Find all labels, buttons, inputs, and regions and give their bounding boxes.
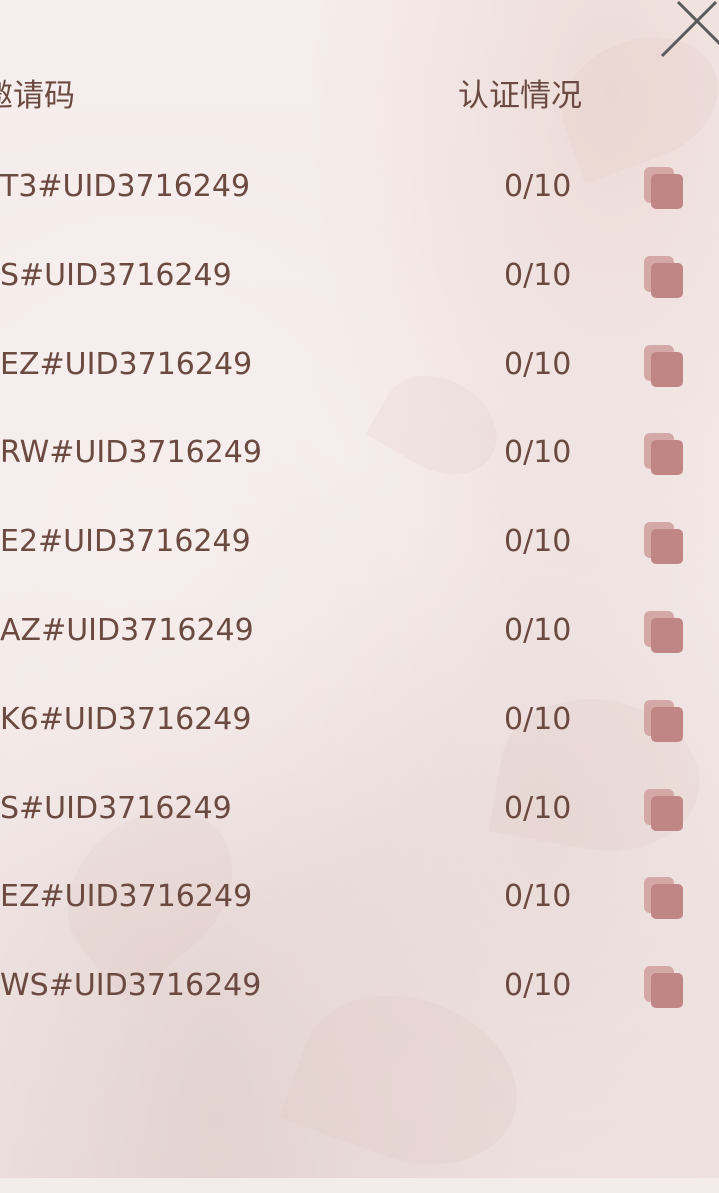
list-item: WS#UID3716249 0/10 [0,956,719,1016]
header-invite-code: 邀请码 [0,78,75,114]
invite-code: RW#UID3716249 [0,435,262,471]
close-icon [660,0,719,58]
copy-icon [644,966,683,1009]
list-item: E2#UID3716249 0/10 [0,512,719,572]
copy-button[interactable] [641,787,687,833]
invite-code: T3#UID3716249 [0,169,251,204]
invite-code: AZ#UID3716249 [0,613,254,648]
copy-button[interactable] [641,964,687,1010]
verification-count: 0/10 [504,257,572,293]
list-item: K6#UID3716249 0/10 [0,690,719,750]
header-verification-status: 认证情况 [458,78,582,114]
invite-code: EZ#UID3716249 [0,346,253,382]
list-item: RW#UID3716249 0/10 [0,423,719,483]
table-header: 邀请码 认证情况 [0,70,719,120]
copy-icon [644,522,683,565]
copy-icon [644,611,683,653]
list-item: S#UID3716249 0/10 [0,246,719,306]
verification-count: 0/10 [504,790,572,826]
list-item: EZ#UID3716249 0/10 [0,867,719,927]
verification-count: 0/10 [504,346,572,382]
invite-code: K6#UID3716249 [0,701,252,737]
verification-count: 0/10 [504,701,572,737]
copy-icon [644,344,683,387]
copy-icon [644,255,683,298]
copy-icon [644,433,683,476]
invite-code: S#UID3716249 [0,790,232,826]
verification-count: 0/10 [504,169,572,204]
copy-icon [644,167,683,209]
copy-button[interactable] [641,520,687,566]
verification-count: 0/10 [504,968,572,1004]
list-item: S#UID3716249 0/10 [0,779,719,839]
list-item: T3#UID3716249 0/10 [0,157,719,217]
copy-button[interactable] [641,343,687,389]
list-item: AZ#UID3716249 0/10 [0,601,719,661]
copy-button[interactable] [641,165,687,211]
copy-button[interactable] [641,698,687,744]
invite-code: S#UID3716249 [0,257,232,293]
verification-count: 0/10 [504,524,572,560]
close-button[interactable] [658,0,719,60]
verification-count: 0/10 [504,613,572,648]
invite-code: WS#UID3716249 [0,968,262,1004]
verification-count: 0/10 [504,879,572,915]
copy-button[interactable] [641,875,687,921]
copy-icon [644,788,683,831]
copy-icon [644,699,683,742]
copy-button[interactable] [641,254,687,300]
copy-icon [644,877,683,920]
copy-button[interactable] [641,609,687,655]
verification-count: 0/10 [504,435,572,471]
invite-code: EZ#UID3716249 [0,879,253,915]
invite-code: E2#UID3716249 [0,524,251,560]
copy-button[interactable] [641,431,687,477]
list-item: EZ#UID3716249 0/10 [0,335,719,395]
